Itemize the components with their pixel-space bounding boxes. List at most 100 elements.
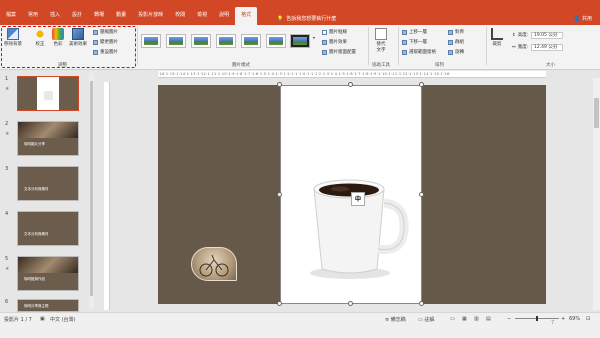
slide-number: 1: [5, 76, 9, 82]
tell-me-box[interactable]: 💡 告訴我您想要執行什麼: [277, 15, 337, 23]
picture-border-button[interactable]: 圖片框線: [322, 29, 347, 35]
selection-pane-icon: [402, 49, 407, 55]
tab-review[interactable]: 校閱: [169, 7, 191, 25]
comments-button[interactable]: ▭ 註解: [418, 316, 434, 323]
height-label: ↕ 高度:: [512, 32, 529, 39]
bring-forward-label: 上移一層: [409, 30, 427, 35]
rotate-icon: [448, 49, 453, 55]
reading-view-icon[interactable]: ▥: [474, 316, 479, 322]
slide-number: 2: [5, 121, 9, 127]
send-backward-button[interactable]: 下移一層: [402, 39, 427, 45]
notes-button[interactable]: ≡ 備忘稿: [385, 316, 406, 323]
language-indicator[interactable]: 中文 (台灣): [50, 316, 76, 323]
slide-number: 3: [5, 166, 9, 172]
tab-home[interactable]: 常用: [22, 7, 44, 25]
layout-icon: [322, 49, 327, 55]
picture-border-label: 圖片框線: [329, 30, 347, 35]
resize-handle[interactable]: [419, 82, 424, 87]
decorative-circle-photo[interactable]: [191, 247, 237, 281]
group-icon: [448, 39, 453, 45]
scrollbar-thumb[interactable]: [90, 81, 93, 296]
slide-number: 6: [5, 299, 9, 305]
bicycle-photo: [199, 254, 229, 277]
slideshow-icon[interactable]: ▤: [486, 316, 491, 322]
fit-to-window-icon[interactable]: ⊡: [586, 316, 590, 322]
tab-transitions[interactable]: 轉場: [88, 7, 110, 25]
spellcheck-icon[interactable]: ▣: [40, 316, 45, 322]
rotate-button[interactable]: 旋轉: [448, 49, 464, 55]
slide-number: 5: [5, 256, 9, 262]
bring-forward-button[interactable]: 上移一層: [402, 29, 427, 35]
alt-text-button[interactable]: 替代 文字: [375, 28, 387, 53]
tab-design[interactable]: 設計: [66, 7, 88, 25]
thumbnail-scrollbar[interactable]: [89, 73, 94, 309]
tell-me-text: 告訴我您想要執行什麼: [286, 16, 337, 22]
picture-effects-button[interactable]: 圖片效果: [322, 39, 347, 45]
zoom-in-button[interactable]: +: [561, 316, 565, 322]
scrollbar-thumb[interactable]: [594, 98, 599, 128]
slide-thumbnail-3[interactable]: 文本分析與素材: [17, 166, 79, 201]
zoom-out-button[interactable]: −: [507, 316, 511, 322]
width-input[interactable]: 12.49 公分: [531, 44, 563, 51]
slide-caption: 咖啡分享與主題: [24, 304, 49, 308]
height-input[interactable]: 19.05 公分: [531, 32, 563, 39]
crop-icon: [491, 28, 503, 40]
tab-format[interactable]: 格式: [235, 7, 258, 25]
group-button[interactable]: 群組: [448, 39, 464, 45]
slide-thumbnail-5[interactable]: 咖啡館與作品: [17, 256, 79, 291]
selection-pane-label: 選取範圍窗格: [409, 50, 436, 55]
picture-style-2[interactable]: [166, 34, 186, 48]
slide-number: 4: [5, 211, 9, 217]
slide-thumbnail-1[interactable]: [17, 76, 79, 111]
title-tab-bar: 檔案 常用 插入 設計 轉場 動畫 投影片放映 校閱 檢視 說明 格式 💡 告訴…: [0, 0, 600, 25]
resize-handle[interactable]: [419, 192, 424, 197]
cup-icon: [44, 91, 53, 100]
resize-handle[interactable]: [348, 82, 353, 87]
send-backward-icon: [402, 39, 407, 45]
tab-animations[interactable]: 動畫: [110, 7, 132, 25]
tab-slideshow[interactable]: 投影片放映: [132, 7, 169, 25]
picture-style-5[interactable]: [241, 34, 261, 48]
height-icon: ↕: [512, 32, 516, 38]
highlight-adjust-group: [1, 26, 136, 68]
picture-layout-button[interactable]: 圖片版面配置: [322, 49, 356, 55]
group-label-arrange: 排列: [435, 63, 444, 68]
tab-file[interactable]: 檔案: [0, 7, 22, 25]
picture-style-7[interactable]: [290, 34, 310, 48]
bring-forward-icon: [402, 29, 407, 35]
picture-style-1[interactable]: [141, 34, 161, 48]
picture-style-6[interactable]: [266, 34, 286, 48]
page-number: 7: [551, 320, 555, 326]
resize-handle[interactable]: [277, 82, 282, 87]
vertical-ruler: [104, 82, 110, 310]
share-button[interactable]: 👤 共用: [574, 15, 592, 23]
star-icon: ★: [5, 131, 10, 137]
normal-view-icon[interactable]: ▭: [450, 316, 455, 322]
picture-style-3[interactable]: [191, 34, 211, 48]
slide-thumbnail-2[interactable]: 咖啡圖片分享: [17, 121, 79, 156]
status-bar: 投影片 1 / 7 ▣ 中文 (台灣) ≡ 備忘稿 ▭ 註解 ▭ ▦ ▥ ▤ −…: [0, 312, 600, 338]
slide-sorter-icon[interactable]: ▦: [462, 316, 467, 322]
tab-view[interactable]: 檢視: [191, 7, 213, 25]
picture-effects-label: 圖片效果: [329, 40, 347, 45]
slide-thumbnail-4[interactable]: 文本分析與素材: [17, 211, 79, 246]
ribbon-separator: [368, 27, 369, 65]
crop-button[interactable]: 裁剪: [491, 28, 503, 47]
group-label-styles: 圖片樣式: [232, 63, 250, 68]
selection-pane-button[interactable]: 選取範圍窗格: [402, 49, 436, 55]
tab-insert[interactable]: 插入: [44, 7, 66, 25]
zoom-level[interactable]: 69%: [569, 316, 580, 322]
ribbon-tabs: 檔案 常用 插入 設計 轉場 動畫 投影片放映 校閱 檢視 說明 格式: [0, 0, 258, 25]
alt-text-label: 替代 文字: [376, 42, 386, 53]
star-icon: ★: [5, 86, 10, 92]
slide-thumbnail-6[interactable]: 咖啡分享與主題: [17, 299, 79, 312]
tab-help[interactable]: 說明: [213, 7, 235, 25]
styles-more-button[interactable]: ▾: [313, 35, 315, 40]
align-button[interactable]: 對齊: [448, 29, 464, 35]
editor-horizontal-scrollbar[interactable]: [110, 304, 600, 310]
group-label: 群組: [455, 40, 464, 45]
resize-handle[interactable]: [277, 192, 282, 197]
editor-vertical-scrollbar[interactable]: [593, 78, 600, 310]
picture-style-4[interactable]: [216, 34, 236, 48]
zoom-slider-knob[interactable]: [536, 316, 538, 321]
